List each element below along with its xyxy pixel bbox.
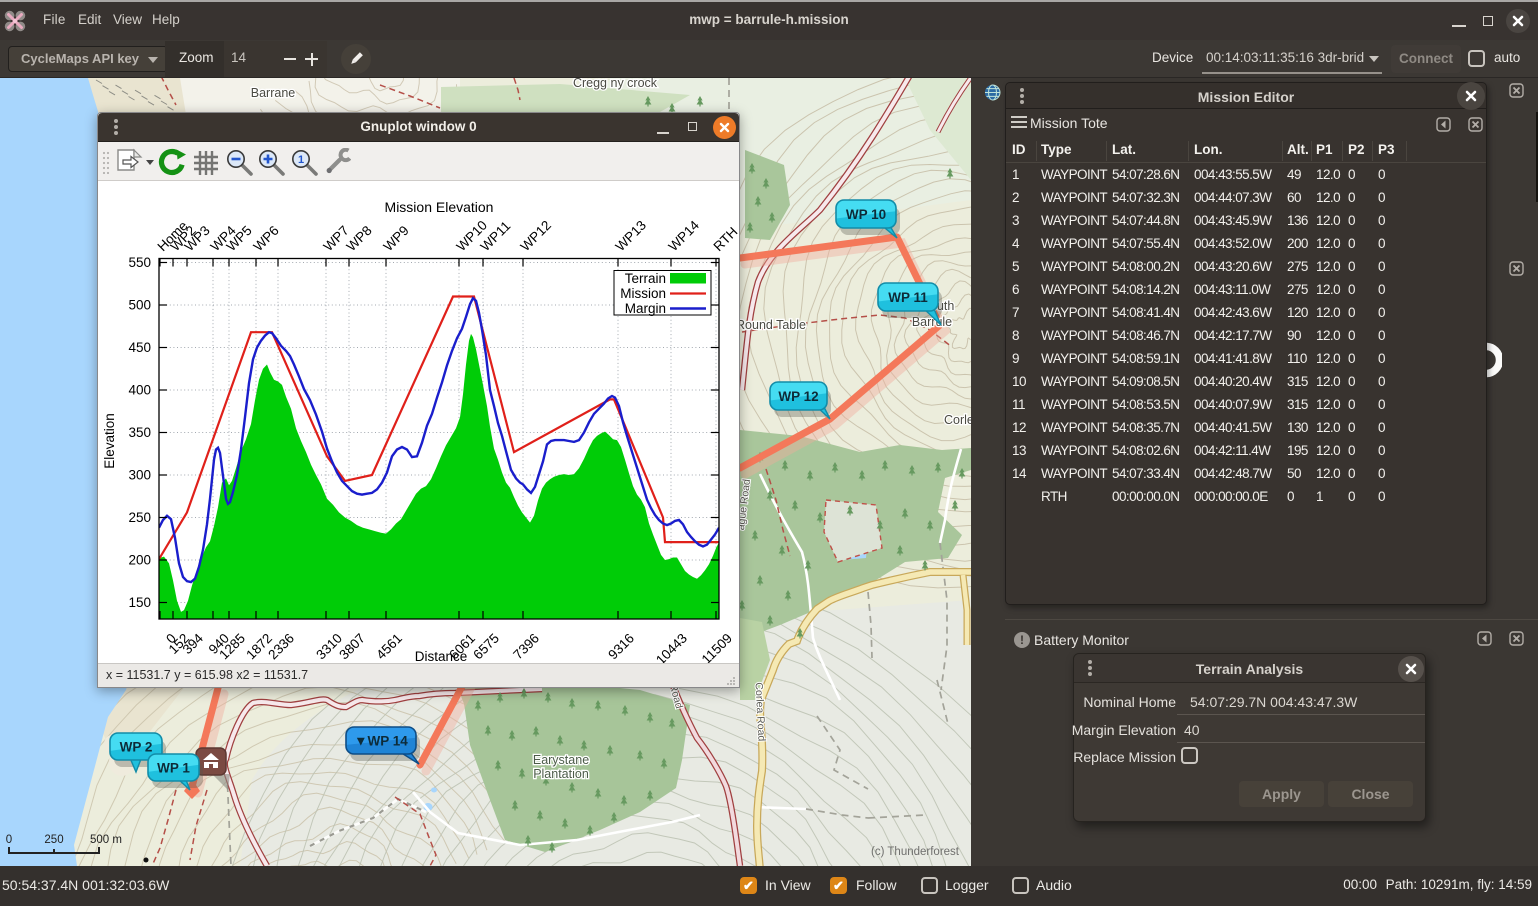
svg-text:550: 550	[128, 255, 151, 270]
svg-text:150: 150	[128, 595, 151, 610]
svg-text:WP6: WP6	[251, 223, 282, 254]
svg-text:7396: 7396	[510, 631, 542, 663]
svg-text:Margin: Margin	[625, 301, 666, 316]
svg-text:Mission: Mission	[620, 286, 666, 301]
svg-text:WP8: WP8	[344, 223, 375, 254]
svg-text:WP9: WP9	[381, 223, 412, 254]
svg-text:WP 10: WP 10	[846, 207, 886, 222]
svg-text:Mission Elevation: Mission Elevation	[385, 199, 494, 215]
svg-text:9316: 9316	[605, 631, 637, 663]
svg-text:Barrane: Barrane	[251, 86, 296, 100]
svg-text:3807: 3807	[336, 631, 368, 663]
svg-text:4561: 4561	[373, 631, 405, 663]
svg-text:Round Table: Round Table	[736, 318, 806, 332]
svg-text:Terrain: Terrain	[625, 271, 666, 286]
svg-text:Corlea: Corlea	[944, 413, 971, 427]
svg-text:WP7: WP7	[321, 223, 352, 254]
svg-text:Cregg ny crock: Cregg ny crock	[573, 78, 658, 90]
svg-text:450: 450	[128, 340, 151, 355]
svg-text:WP 11: WP 11	[888, 290, 928, 305]
svg-text:2336: 2336	[265, 631, 297, 663]
svg-text:Distance: Distance	[415, 649, 468, 664]
svg-text:250: 250	[128, 510, 151, 525]
svg-text:WP 1: WP 1	[157, 761, 190, 776]
svg-text:Elevation: Elevation	[102, 413, 117, 469]
svg-text:WP 12: WP 12	[778, 389, 818, 404]
svg-text:0: 0	[6, 834, 12, 846]
svg-text:6575: 6575	[470, 631, 502, 663]
svg-text:RTH: RTH	[711, 224, 741, 254]
svg-text:200: 200	[128, 553, 151, 568]
svg-text:(c) Thunderforest: (c) Thunderforest	[871, 846, 960, 858]
svg-text:WP14: WP14	[666, 217, 703, 254]
svg-text:250: 250	[44, 834, 63, 846]
svg-text:Plantation: Plantation	[533, 767, 589, 781]
svg-text:500 m: 500 m	[90, 834, 122, 846]
svg-text:11509: 11509	[699, 631, 735, 667]
svg-text:WP12: WP12	[518, 218, 555, 255]
svg-text:Earystane: Earystane	[533, 753, 589, 767]
svg-text:WP13: WP13	[613, 218, 650, 255]
svg-text:WP 2: WP 2	[120, 740, 153, 755]
svg-text:500: 500	[128, 298, 151, 313]
svg-text:▼WP 14: ▼WP 14	[354, 734, 408, 749]
svg-text:350: 350	[128, 425, 151, 440]
svg-text:300: 300	[128, 468, 151, 483]
svg-text:400: 400	[128, 383, 151, 398]
